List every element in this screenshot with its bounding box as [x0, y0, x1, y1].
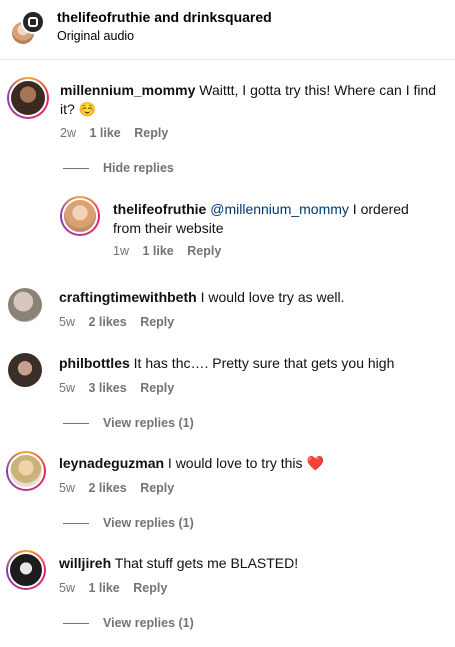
comment-meta: 5w 1 like Reply [59, 581, 177, 595]
divider-line [63, 522, 89, 524]
reply-text: thelifeofruthie @millennium_mommy I orde… [113, 200, 448, 238]
mention-link[interactable]: @millennium_mommy [210, 201, 349, 217]
comment-age: 5w [59, 481, 75, 495]
reply-button[interactable]: Reply [140, 315, 174, 329]
toggle-label: Hide replies [103, 161, 174, 175]
avatar[interactable] [8, 288, 42, 322]
comment-body: I would love to try this [167, 455, 303, 471]
drinksquared-logo-icon [21, 10, 45, 34]
comment-username[interactable]: willjireh [59, 555, 111, 571]
reply-button[interactable]: Reply [140, 481, 174, 495]
comment-body: It has thc…. Pretty sure that gets you h… [133, 355, 395, 371]
comment-body: That stuff gets me BLASTED! [114, 555, 299, 571]
toggle-label: View replies (1) [103, 616, 194, 630]
comment-meta: 5w 2 likes Reply [59, 315, 184, 329]
comment-body-cont: it? ☺️ [60, 101, 97, 117]
comment-meta: 5w 3 likes Reply [59, 381, 184, 395]
view-replies-button[interactable]: View replies (1) [63, 616, 194, 630]
divider-line [63, 622, 89, 624]
header-title[interactable]: thelifeofruthie and drinksquared [57, 9, 272, 25]
divider-line [63, 167, 89, 169]
comment-username[interactable]: leynadeguzman [59, 455, 164, 471]
comment-text: millennium_mommy Waittt, I gotta try thi… [60, 81, 452, 119]
comment-age: 5w [59, 581, 75, 595]
like-count[interactable]: 1 like [89, 126, 120, 140]
comment-text: leynadeguzman I would love to try this ❤… [59, 454, 451, 473]
comment-age: 2w [60, 126, 76, 140]
view-replies-button[interactable]: View replies (1) [63, 416, 194, 430]
reply-button[interactable]: Reply [134, 126, 168, 140]
comment-age: 5w [59, 315, 75, 329]
comment-meta: 2w 1 like Reply [60, 126, 178, 140]
comment-age: 1w [113, 244, 129, 258]
like-count[interactable]: 2 likes [88, 315, 126, 329]
comment-meta: 1w 1 like Reply [113, 244, 231, 258]
reply-button[interactable]: Reply [187, 244, 221, 258]
like-count[interactable]: 1 like [142, 244, 173, 258]
toggle-label: View replies (1) [103, 416, 194, 430]
comment-meta: 5w 2 likes Reply [59, 481, 184, 495]
like-count[interactable]: 1 like [88, 581, 119, 595]
avatar[interactable] [6, 550, 46, 590]
comment-text: willjireh That stuff gets me BLASTED! [59, 554, 451, 573]
comment-age: 5w [59, 381, 75, 395]
comment-text: craftingtimewithbeth I would love try as… [59, 288, 451, 307]
avatar[interactable] [60, 196, 100, 236]
reply-button[interactable]: Reply [133, 581, 167, 595]
heart-emoji-icon: ❤️ [306, 455, 324, 471]
comment-username[interactable]: philbottles [59, 355, 130, 371]
comment-username[interactable]: thelifeofruthie [113, 201, 206, 217]
avatar[interactable] [6, 451, 46, 491]
view-replies-button[interactable]: View replies (1) [63, 516, 194, 530]
collab-avatar[interactable] [7, 10, 45, 48]
like-count[interactable]: 2 likes [88, 481, 126, 495]
audio-label[interactable]: Original audio [57, 29, 134, 43]
comment-body: I ordered [348, 201, 409, 217]
comment-body: I would love try as well. [200, 289, 345, 305]
divider-line [63, 422, 89, 424]
hide-replies-button[interactable]: Hide replies [63, 161, 174, 175]
reel-audio-header: thelifeofruthie and drinksquared Origina… [0, 0, 455, 60]
reply-button[interactable]: Reply [140, 381, 174, 395]
comment-username[interactable]: craftingtimewithbeth [59, 289, 197, 305]
comment-body: Waittt, I gotta try this! Where can I fi… [199, 82, 437, 98]
comment-body-cont: from their website [113, 220, 224, 236]
comment-username[interactable]: millennium_mommy [60, 82, 195, 98]
like-count[interactable]: 3 likes [88, 381, 126, 395]
toggle-label: View replies (1) [103, 516, 194, 530]
avatar[interactable] [8, 353, 42, 387]
comment-text: philbottles It has thc…. Pretty sure tha… [59, 354, 451, 373]
avatar[interactable] [7, 77, 49, 119]
